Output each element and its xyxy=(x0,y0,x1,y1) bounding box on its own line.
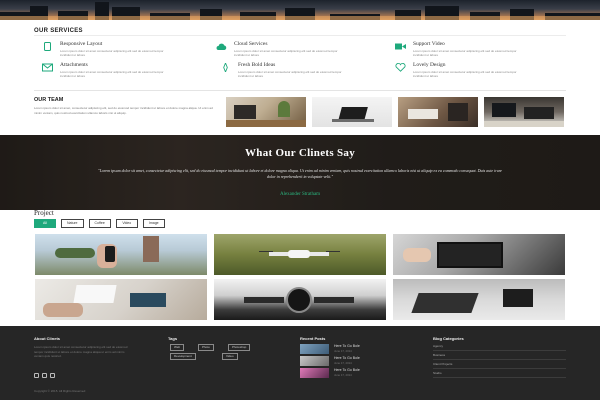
heart-icon xyxy=(395,63,406,72)
tag-link[interactable]: Photoshop xyxy=(228,344,251,351)
category-link[interactable]: Client Projects xyxy=(433,361,566,369)
service-text: Lorem ipsum dolor sit amet consectetur a… xyxy=(234,49,338,57)
footer-about-text: Lorem ipsum dolor sit amet consectetur a… xyxy=(34,345,128,358)
recent-post[interactable]: Here To Go Bole June 17, 2014 xyxy=(300,368,400,379)
team-photo-desk-plant[interactable] xyxy=(226,97,306,127)
video-camera-icon xyxy=(395,42,406,50)
team-photo-workspace[interactable] xyxy=(398,97,478,127)
category-link[interactable]: Business xyxy=(433,352,566,360)
category-link[interactable]: Studio xyxy=(433,370,566,378)
service-text: Lorem ipsum dolor sit amet consectetur a… xyxy=(60,70,164,78)
envelope-icon xyxy=(42,63,53,72)
team-heading: OUR TEAM xyxy=(34,97,64,103)
service-item: Fresh Bold Ideas Lorem ipsum dolor sit a… xyxy=(220,62,370,86)
footer-posts-heading: Recent Posts xyxy=(300,336,326,341)
project-photo-tablet[interactable] xyxy=(393,234,565,275)
tag-link[interactable]: Web xyxy=(170,344,185,351)
project-photo-phone-city[interactable] xyxy=(35,234,207,275)
service-text: Lorem ipsum dolor sit amet consectetur a… xyxy=(238,70,342,78)
recent-post[interactable]: Here To Go Bole June 17, 2014 xyxy=(300,344,400,355)
filter-all-button[interactable]: All xyxy=(34,219,56,228)
service-title: Cloud Services xyxy=(234,41,268,47)
tag-link[interactable]: Photo xyxy=(198,344,214,351)
filter-nature-button[interactable]: Nature xyxy=(61,219,84,228)
service-title: Attachments xyxy=(60,62,88,68)
footer: About Clinets Lorem ipsum dolor sit amet… xyxy=(0,326,600,400)
post-date: June 17, 2014 xyxy=(334,349,352,353)
testimonial-quote: "Lorem ipsum dolor sit amet, consectetur… xyxy=(98,168,502,179)
service-text: Lorem ipsum dolor sit amet consectetur a… xyxy=(60,49,164,57)
project-photo-watch[interactable] xyxy=(214,279,386,320)
twitter-icon[interactable] xyxy=(42,373,47,378)
footer-about-heading: About Clinets xyxy=(34,336,60,341)
filter-image-button[interactable]: Image xyxy=(142,219,165,228)
testimonial-section: What Our Clinets Say "Lorem ipsum dolor … xyxy=(0,135,600,210)
service-text: Lorem ipsum dolor sit amet consectetur a… xyxy=(413,49,517,57)
post-date: June 17, 2014 xyxy=(334,361,352,365)
tablet-icon xyxy=(42,42,53,51)
post-date: June 17, 2014 xyxy=(334,373,352,377)
project-filters: All Nature Coffee Video Image xyxy=(34,219,165,228)
post-title[interactable]: Here To Go Bole xyxy=(334,368,360,372)
recent-post[interactable]: Here To Go Bole June 17, 2014 xyxy=(300,356,400,367)
social-links xyxy=(34,373,55,378)
post-thumbnail xyxy=(300,368,329,378)
project-photo-drone[interactable] xyxy=(214,234,386,275)
project-heading: Project xyxy=(34,209,54,217)
service-title: Fresh Bold Ideas xyxy=(238,62,276,68)
filter-coffee-button[interactable]: Coffee xyxy=(88,219,111,228)
footer-tags-heading: Tags xyxy=(168,336,178,341)
service-title: Lovely Design xyxy=(413,62,446,68)
compass-icon xyxy=(220,63,231,72)
service-text: Lorem ipsum dolor sit amet consectetur a… xyxy=(413,70,517,78)
post-title[interactable]: Here To Go Bole xyxy=(334,344,360,348)
services-heading: OUR SERVICES xyxy=(34,28,83,34)
service-title: Responsive Layout xyxy=(60,41,103,47)
services-divider xyxy=(34,35,566,36)
facebook-icon[interactable] xyxy=(34,373,39,378)
service-title: Support Video xyxy=(413,41,445,47)
tag-link[interactable]: Video xyxy=(222,353,238,360)
team-photo-laptop[interactable] xyxy=(312,97,392,127)
service-item: Attachments Lorem ipsum dolor sit amet c… xyxy=(42,62,192,86)
section-divider xyxy=(34,90,566,91)
post-thumbnail xyxy=(300,344,329,354)
hero-banner xyxy=(0,0,600,20)
project-photo-reading[interactable] xyxy=(35,279,207,320)
tag-link[interactable]: Development xyxy=(170,353,196,360)
post-thumbnail xyxy=(300,356,329,366)
copyright: Copyright © 2015. All Rights Reserved xyxy=(34,389,86,393)
google-plus-icon[interactable] xyxy=(50,373,55,378)
testimonial-title: What Our Clinets Say xyxy=(244,147,355,159)
service-item: Lovely Design Lorem ipsum dolor sit amet… xyxy=(395,62,545,86)
project-photo-laptop-desk[interactable] xyxy=(393,279,565,320)
team-text: Lorem ipsum dolor sit amet, consectetur … xyxy=(34,106,213,115)
filter-video-button[interactable]: Video xyxy=(115,219,138,228)
category-link[interactable]: Agency xyxy=(433,343,566,351)
testimonial-author[interactable]: Alexander Stratham xyxy=(0,192,600,197)
team-photo-office[interactable] xyxy=(484,97,564,127)
cloud-icon xyxy=(216,42,227,50)
footer-categories-heading: Blog Categories xyxy=(433,336,464,341)
post-title[interactable]: Here To Go Bole xyxy=(334,356,360,360)
